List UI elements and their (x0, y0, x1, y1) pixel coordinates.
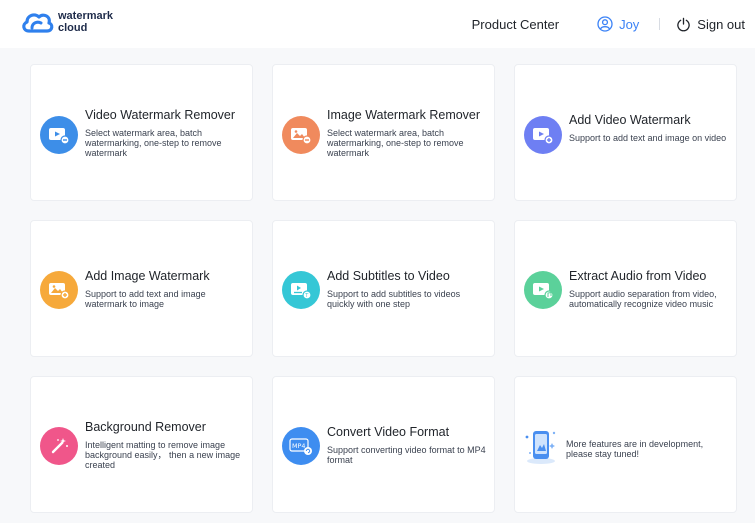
card-add-subtitles-to-video[interactable]: T Add Subtitles to Video Support to add … (272, 220, 495, 357)
logo-line-1: watermark (58, 10, 114, 22)
user-name: Joy (619, 16, 640, 32)
card-title: Image Watermark Remover (327, 108, 481, 122)
audio-extract-icon (524, 271, 562, 309)
card-extract-audio-from-video[interactable]: Extract Audio from Video Support audio s… (514, 220, 737, 357)
subtitle-icon: T (282, 271, 320, 309)
power-icon (677, 17, 691, 31)
user-menu[interactable]: Joy (597, 16, 639, 32)
mp4-badge: MP4 (292, 442, 305, 450)
card-desc: Support to add text and image on video (569, 133, 727, 143)
card-desc: Select watermark area, batch watermarkin… (85, 128, 222, 158)
card-more-features: More features are in development, please… (514, 376, 737, 513)
sign-out-label: Sign out (697, 16, 745, 32)
product-center-link[interactable]: Product Center (472, 17, 559, 32)
video-add-icon (524, 116, 562, 154)
card-title: Add Image Watermark (85, 269, 210, 283)
image-remove-icon (282, 116, 320, 154)
cloud-logo-icon (22, 13, 54, 33)
mp4-convert-icon: MP4 (282, 427, 320, 465)
card-desc: Support audio separation from video, aut… (569, 289, 717, 309)
development-text: More features are in development, please… (566, 439, 704, 459)
nav-divider (659, 18, 661, 30)
card-desc: Select watermark area, batch watermarkin… (327, 128, 464, 158)
card-desc: Intelligent matting to remove image back… (85, 440, 241, 470)
phone-development-icon (525, 431, 556, 464)
card-desc: Support converting video format to MP4 f… (327, 445, 486, 465)
card-add-video-watermark[interactable]: Add Video Watermark Support to add text … (514, 64, 737, 201)
magic-wand-icon (40, 427, 78, 465)
card-title: Convert Video Format (327, 425, 450, 439)
logo[interactable]: watermark cloud (20, 9, 113, 35)
card-title: Extract Audio from Video (569, 269, 707, 283)
card-add-image-watermark[interactable]: Add Image Watermark Support to add text … (30, 220, 253, 357)
card-desc: Support to add subtitles to videos quick… (327, 289, 461, 309)
card-title: Background Remover (85, 420, 206, 434)
card-background-remover[interactable]: Background Remover Intelligent matting t… (30, 376, 253, 513)
card-title: Video Watermark Remover (85, 108, 236, 122)
logo-line-2: cloud (58, 22, 88, 34)
card-convert-video-format[interactable]: MP4 Convert Video Format Support convert… (272, 376, 495, 513)
card-title: Add Subtitles to Video (327, 269, 450, 283)
card-video-watermark-remover[interactable]: Video Watermark Remover Select watermark… (30, 64, 253, 201)
sign-out-button[interactable]: Sign out (676, 17, 745, 32)
card-desc: Support to add text and image watermark … (85, 289, 206, 309)
video-remove-icon (40, 116, 78, 154)
image-add-icon (40, 271, 78, 309)
logo-text: watermark cloud (58, 10, 113, 34)
user-avatar-icon (597, 16, 613, 32)
card-image-watermark-remover[interactable]: Image Watermark Remover Select watermark… (272, 64, 495, 201)
card-title: Add Video Watermark (569, 113, 691, 127)
top-nav: Product Center Joy Sign out (472, 0, 745, 48)
top-header: watermark cloud Product Center Joy Sign … (0, 0, 755, 48)
